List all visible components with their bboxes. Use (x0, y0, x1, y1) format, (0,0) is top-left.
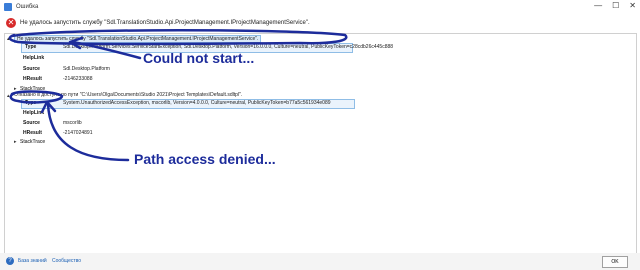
footer-bar: ? База знаний Сообщество OK (0, 253, 640, 270)
annotation-arrow (46, 102, 130, 162)
annotation-label: Could not start... (143, 50, 255, 66)
ok-button[interactable]: OK (602, 256, 628, 268)
help-icon: ? (6, 257, 14, 265)
annotation-overlay (8, 29, 348, 162)
annotation-oval (9, 90, 64, 104)
annotation-label: Path access denied... (134, 151, 276, 167)
knowledge-base-link[interactable]: База знаний (18, 258, 47, 264)
annotation-oval (8, 29, 348, 46)
community-link[interactable]: Сообщество (52, 258, 81, 264)
